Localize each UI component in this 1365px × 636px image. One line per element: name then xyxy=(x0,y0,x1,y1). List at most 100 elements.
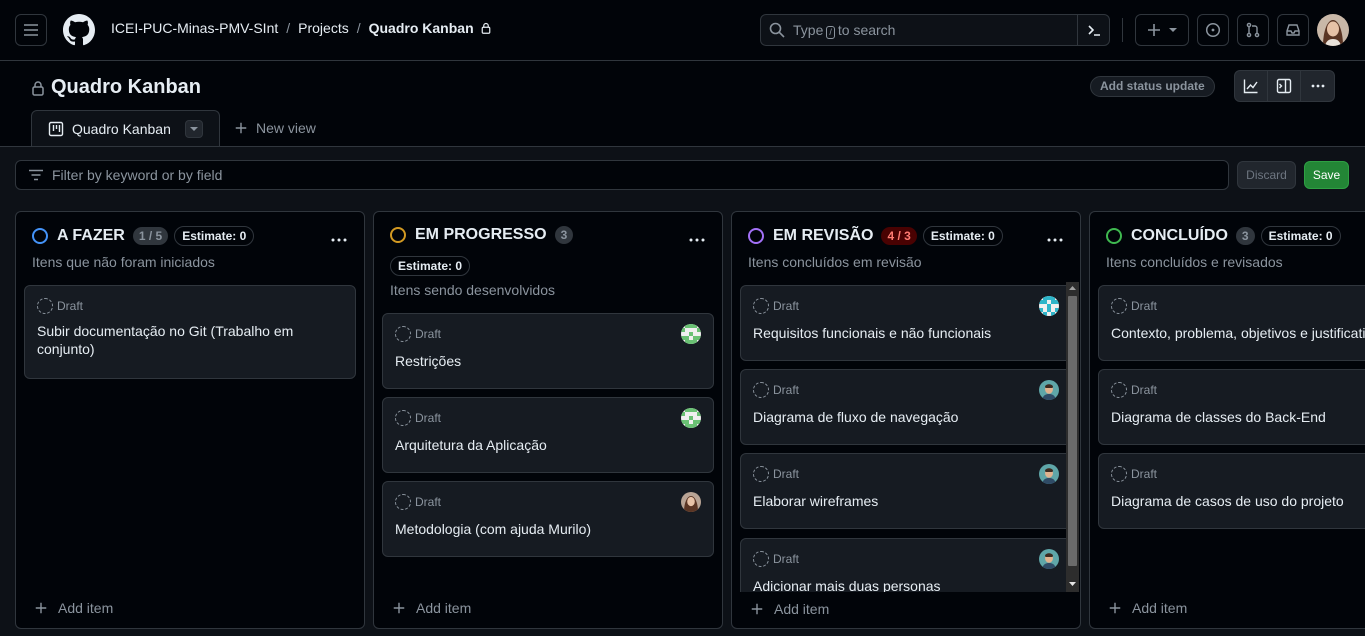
draft-icon xyxy=(395,410,411,426)
new-view-button[interactable]: New view xyxy=(234,120,316,136)
divider xyxy=(1122,18,1123,42)
card[interactable]: Draft Metodologia (com ajuda Murilo) xyxy=(382,481,714,557)
estimate-row: Estimate: 0 xyxy=(390,256,471,276)
draft-icon xyxy=(753,298,769,314)
scroll-down-arrow-icon[interactable] xyxy=(1069,581,1076,587)
insights-button[interactable] xyxy=(1235,71,1268,101)
breadcrumb-org[interactable]: ICEI-PUC-Minas-PMV-SInt xyxy=(111,20,278,36)
sidebar-icon xyxy=(1276,78,1292,94)
github-logo-icon[interactable] xyxy=(63,14,95,46)
page-title: Quadro Kanban xyxy=(31,76,201,99)
new-view-label: New view xyxy=(256,120,316,136)
project-actions xyxy=(1234,70,1335,102)
add-item-button[interactable]: Add item xyxy=(34,600,113,616)
card[interactable]: Draft Arquitetura da Aplicação xyxy=(382,397,714,473)
tab-label: Quadro Kanban xyxy=(72,121,171,137)
estimate-badge: Estimate: 0 xyxy=(174,226,255,246)
hamburger-icon xyxy=(24,24,38,36)
command-palette-button[interactable] xyxy=(1077,15,1109,45)
assignee-avatar[interactable] xyxy=(681,324,701,344)
draft-icon xyxy=(1111,382,1127,398)
add-status-update-button[interactable]: Add status update xyxy=(1090,76,1215,97)
draft-status: Draft xyxy=(395,326,441,342)
user-avatar[interactable] xyxy=(1317,14,1349,46)
card[interactable]: Draft Contexto, problema, objetivos e ju… xyxy=(1098,285,1365,361)
card[interactable]: Draft Requisitos funcionais e não funcio… xyxy=(740,285,1066,361)
card[interactable]: Draft Diagrama de fluxo de navegação xyxy=(740,369,1066,445)
scrollbar-thumb[interactable] xyxy=(1068,296,1077,566)
add-item-button[interactable]: Add item xyxy=(750,601,829,617)
discard-button[interactable]: Discard xyxy=(1237,161,1296,189)
estimate-badge: Estimate: 0 xyxy=(390,256,471,276)
column-description: Itens sendo desenvolvidos xyxy=(390,282,555,298)
add-item-button[interactable]: Add item xyxy=(1108,600,1187,616)
scroll-up-arrow-icon[interactable] xyxy=(1069,285,1076,291)
add-item-button[interactable]: Add item xyxy=(392,600,471,616)
card-title[interactable]: Diagrama de casos de uso do projeto xyxy=(1111,492,1365,510)
card-title[interactable]: Elaborar wireframes xyxy=(753,492,1059,510)
assignee-avatar[interactable] xyxy=(1039,464,1059,484)
issues-button[interactable] xyxy=(1197,14,1229,46)
plus-icon xyxy=(751,603,763,615)
card[interactable]: Draft Diagrama de casos de uso do projet… xyxy=(1098,453,1365,529)
plus-icon xyxy=(235,122,247,134)
board-icon xyxy=(48,121,64,137)
search-input[interactable]: Type / to search xyxy=(760,14,1110,46)
card[interactable]: Draft Elaborar wireframes xyxy=(740,453,1066,529)
card-title[interactable]: Contexto, problema, objetivos e justific… xyxy=(1111,324,1365,342)
filter-icon xyxy=(29,169,43,181)
card-title[interactable]: Subir documentação no Git (Trabalho em c… xyxy=(37,322,343,358)
pull-request-icon xyxy=(1246,22,1260,38)
card-title[interactable]: Adicionar mais duas personas xyxy=(753,577,1059,592)
side-panel-button[interactable] xyxy=(1268,71,1301,101)
assignee-avatar[interactable] xyxy=(1039,296,1059,316)
draft-icon xyxy=(753,382,769,398)
lock-icon xyxy=(481,22,490,34)
kebab-horizontal-icon xyxy=(331,238,347,242)
pull-requests-button[interactable] xyxy=(1237,14,1269,46)
card-title[interactable]: Metodologia (com ajuda Murilo) xyxy=(395,520,701,538)
card-title[interactable]: Diagrama de fluxo de navegação xyxy=(753,408,1059,426)
terminal-icon xyxy=(1087,25,1100,36)
estimate-badge: Estimate: 0 xyxy=(1260,226,1341,246)
column-menu-button[interactable] xyxy=(1046,230,1064,246)
draft-status: Draft xyxy=(753,298,799,314)
card[interactable]: Draft Adicionar mais duas personas xyxy=(740,538,1066,592)
item-count-badge: 3 xyxy=(554,226,574,244)
column-menu-button[interactable] xyxy=(688,230,706,246)
filter-input[interactable]: Filter by keyword or by field xyxy=(15,160,1229,190)
draft-status: Draft xyxy=(1111,298,1157,314)
assignee-avatar[interactable] xyxy=(681,492,701,512)
draft-status: Draft xyxy=(753,382,799,398)
assignee-avatar[interactable] xyxy=(1039,549,1059,569)
column-title: EM REVISÃO xyxy=(773,227,874,244)
draft-icon xyxy=(395,326,411,342)
more-options-button[interactable] xyxy=(1301,71,1334,101)
create-new-button[interactable] xyxy=(1135,14,1189,46)
kebab-horizontal-icon xyxy=(1311,84,1324,88)
assignee-avatar[interactable] xyxy=(681,408,701,428)
chevron-down-icon xyxy=(1169,28,1177,32)
breadcrumb-projects[interactable]: Projects xyxy=(298,20,349,36)
hamburger-menu-button[interactable] xyxy=(15,14,47,46)
card[interactable]: Draft Subir documentação no Git (Trabalh… xyxy=(24,285,356,379)
plus-icon xyxy=(1148,24,1160,36)
breadcrumb-current[interactable]: Quadro Kanban xyxy=(369,20,474,36)
card[interactable]: Draft Restrições xyxy=(382,313,714,389)
card-title[interactable]: Requisitos funcionais e não funcionais xyxy=(753,324,1059,342)
draft-status: Draft xyxy=(1111,382,1157,398)
card-title[interactable]: Arquitetura da Aplicação xyxy=(395,436,701,454)
assignee-avatar[interactable] xyxy=(1039,380,1059,400)
inbox-button[interactable] xyxy=(1277,14,1309,46)
card[interactable]: Draft Diagrama de classes do Back-End xyxy=(1098,369,1365,445)
kebab-horizontal-icon xyxy=(689,238,705,242)
view-options-button[interactable] xyxy=(185,120,203,138)
tab-quadro-kanban[interactable]: Quadro Kanban xyxy=(31,110,220,147)
card-title[interactable]: Diagrama de classes do Back-End xyxy=(1111,408,1365,426)
column-a-fazer: A FAZER 1 / 5 Estimate: 0 Itens que não … xyxy=(15,211,365,629)
column-menu-button[interactable] xyxy=(330,230,348,246)
card-title[interactable]: Restrições xyxy=(395,352,701,370)
save-button[interactable]: Save xyxy=(1304,161,1349,189)
search-shortcut-key: / xyxy=(826,25,835,39)
identicon-icon xyxy=(681,324,701,344)
